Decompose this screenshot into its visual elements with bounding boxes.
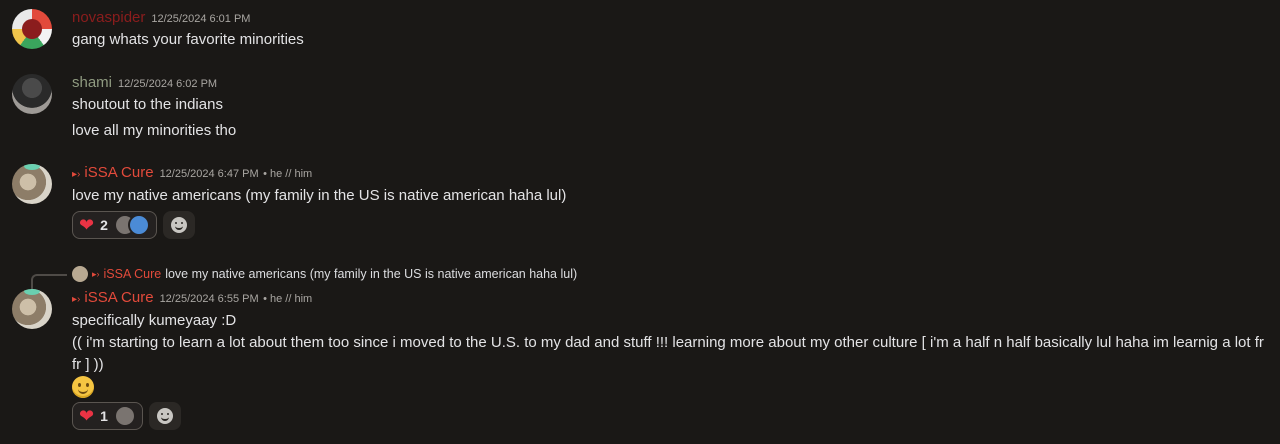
avatar <box>113 405 136 427</box>
avatar[interactable] <box>12 9 52 49</box>
add-reaction-icon <box>170 217 187 233</box>
reply-text: love my native americans (my family in t… <box>165 267 578 281</box>
message-text: gang whats your favorite minorities <box>72 31 304 48</box>
add-reaction-button[interactable] <box>162 211 195 239</box>
avatar <box>72 266 88 282</box>
slightly-smiling-face-icon <box>72 376 94 398</box>
username[interactable]: iSSA Cure <box>84 164 153 181</box>
timestamp: 12/25/2024 6:01 PM <box>151 13 251 25</box>
avatar[interactable] <box>12 289 52 329</box>
add-reaction-button[interactable] <box>148 402 181 430</box>
message-header: ▸› iSSA Cure 12/25/2024 6:47 PM • he // hi… <box>72 164 312 182</box>
reply-preview[interactable]: ▸› iSSA Cure love my native americans (m… <box>72 266 577 282</box>
timestamp: 12/25/2024 6:55 PM <box>159 293 259 305</box>
reaction-heart[interactable]: ❤ 1 <box>72 402 143 430</box>
message-header: ▸› iSSA Cure 12/25/2024 6:55 PM • he // hi… <box>72 289 312 307</box>
reactions-bar: ❤ 1 <box>72 402 181 430</box>
heart-icon: ❤ <box>79 406 95 426</box>
reactions-bar: ❤ 2 <box>72 211 195 239</box>
username[interactable]: iSSA Cure <box>84 289 153 306</box>
timestamp: 12/25/2024 6:02 PM <box>118 78 218 90</box>
heart-icon: ❤ <box>79 215 95 235</box>
reply-connector <box>31 274 67 290</box>
timestamp: 12/25/2024 6:47 PM <box>159 168 259 180</box>
reaction-heart[interactable]: ❤ 2 <box>72 211 157 239</box>
pronouns: • he // him <box>263 293 313 305</box>
message-text: specifically kumeyaay :D <box>72 312 237 329</box>
message-text: (( i'm starting to learn a lot about the… <box>72 334 1264 373</box>
message-header: shami 12/25/2024 6:02 PM <box>72 74 217 92</box>
reactor-avatars <box>113 214 150 236</box>
avatar <box>127 214 150 236</box>
message-header: novaspider 12/25/2024 6:01 PM <box>72 9 250 27</box>
message-text: shoutout to the indians <box>72 96 223 113</box>
role-icon: ▸› <box>72 294 81 305</box>
role-icon: ▸› <box>92 268 100 279</box>
avatar[interactable] <box>12 164 52 204</box>
reaction-count: 1 <box>100 408 108 424</box>
avatar[interactable] <box>12 74 52 114</box>
pronouns: • he // him <box>263 168 313 180</box>
username[interactable]: shami <box>72 74 112 91</box>
add-reaction-icon <box>156 408 173 424</box>
message-text: love all my minorities tho <box>72 122 237 139</box>
message-text: love my native americans (my family in t… <box>72 187 567 204</box>
reaction-count: 2 <box>100 217 108 233</box>
username[interactable]: novaspider <box>72 9 145 26</box>
reply-username[interactable]: iSSA Cure <box>104 267 162 281</box>
role-icon: ▸› <box>72 169 81 180</box>
